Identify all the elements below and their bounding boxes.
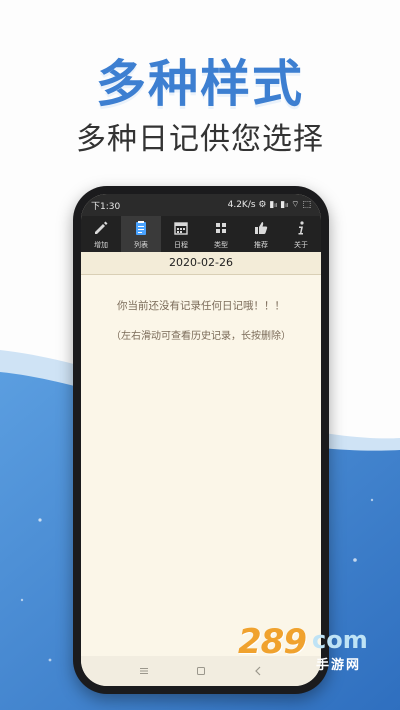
tool-label: 推荐 — [254, 241, 268, 249]
watermark-brand: 手游网 — [316, 658, 362, 673]
tool-label: 关于 — [294, 241, 308, 249]
headline-title: 多种样式 — [96, 55, 304, 113]
menu-icon[interactable] — [137, 664, 151, 678]
headline-subtitle: 多种日记供您选择 — [76, 122, 324, 157]
phone-frame: 下1:30 4.2K/s ⚙ ▮ᵢₗ ▮ᵢₗ ⌔ ⬚ 增加 列表 日程 类型 推… — [73, 186, 329, 694]
tool-list[interactable]: 列表 — [121, 216, 161, 252]
thumbs-up-icon — [255, 222, 268, 234]
tool-add[interactable]: 增加 — [81, 216, 121, 252]
site-watermark: 289 com 手游网 — [238, 622, 388, 680]
tool-label: 列表 — [134, 241, 148, 249]
phone-screen: 下1:30 4.2K/s ⚙ ▮ᵢₗ ▮ᵢₗ ⌔ ⬚ 增加 列表 日程 类型 推… — [81, 194, 321, 686]
watermark-number: 289 — [238, 622, 307, 662]
pencil-icon — [95, 221, 108, 234]
empty-message: 你当前还没有记录任何日记哦！！！ — [117, 300, 285, 312]
hint-message: （左右滑动可查看历史记录，长按删除） — [111, 331, 291, 342]
tool-label: 增加 — [94, 241, 108, 249]
calendar-icon — [174, 222, 188, 235]
grid-icon — [216, 223, 226, 233]
tool-about[interactable]: 关于 — [281, 216, 321, 252]
tool-label: 日程 — [174, 241, 188, 249]
status-indicators: 4.2K/s ⚙ ▮ᵢₗ ▮ᵢₗ ⌔ ⬚ — [227, 200, 311, 210]
tool-label: 类型 — [214, 241, 228, 249]
status-time: 下1:30 — [91, 202, 121, 212]
current-date[interactable]: 2020-02-26 — [81, 252, 321, 275]
tool-category[interactable]: 类型 — [201, 216, 241, 252]
tool-schedule[interactable]: 日程 — [161, 216, 201, 252]
home-icon[interactable] — [194, 664, 208, 678]
tool-recommend[interactable]: 推荐 — [241, 216, 281, 252]
toolbar: 增加 列表 日程 类型 推荐 关于 — [81, 216, 321, 252]
info-icon — [298, 221, 304, 235]
watermark-suffix: com — [312, 626, 368, 654]
status-bar: 下1:30 4.2K/s ⚙ ▮ᵢₗ ▮ᵢₗ ⌔ ⬚ — [81, 194, 321, 216]
notepad-icon — [136, 221, 146, 235]
